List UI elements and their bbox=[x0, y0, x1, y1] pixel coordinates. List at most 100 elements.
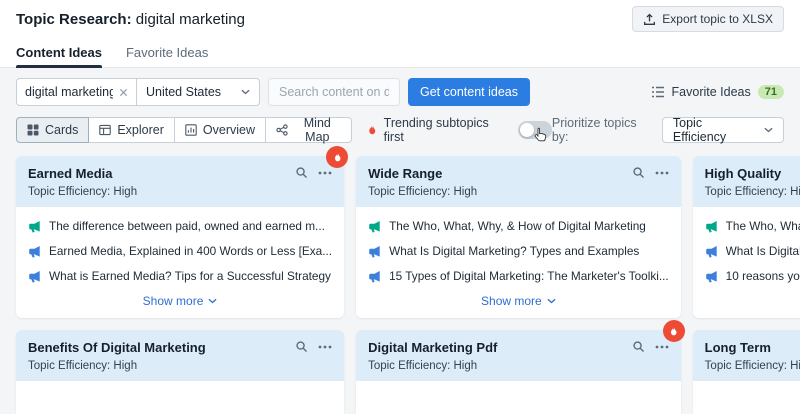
chevron-down-icon bbox=[764, 127, 773, 133]
get-content-ideas-button[interactable]: Get content ideas bbox=[408, 78, 530, 106]
trending-flame-badge bbox=[662, 320, 685, 342]
view-button-cards[interactable]: Cards bbox=[16, 117, 90, 143]
megaphone-blue bbox=[368, 245, 381, 258]
search-row: United States Get content ideas Favorite… bbox=[16, 78, 784, 106]
headline-text: The difference between paid, owned and e… bbox=[49, 219, 325, 233]
headline-item[interactable]: What Is Digital Marketing? Types and Exa… bbox=[368, 244, 669, 258]
tab-label: Favorite Ideas bbox=[125, 45, 209, 60]
card-body: The Who, What, Why, & How of Digital Mar… bbox=[693, 207, 800, 318]
tab-favorite-ideas[interactable]: Favorite Ideas bbox=[126, 38, 208, 67]
headline-text: 15 Types of Digital Marketing: The Marke… bbox=[389, 269, 669, 283]
card-menu-icon[interactable] bbox=[655, 345, 669, 349]
toggle-knob bbox=[519, 123, 534, 137]
topic-card-wide-range: Wide Range Topic Efficiency: High The Wh… bbox=[356, 156, 681, 318]
tab-content-ideas[interactable]: Content Ideas bbox=[16, 38, 102, 68]
card-title: Long Term bbox=[704, 340, 771, 355]
prioritize-control: Prioritize topics by: Topic Efficiency bbox=[552, 116, 784, 144]
headline-text: 10 reasons you need a digital marketing … bbox=[725, 269, 800, 283]
card-search-icon[interactable] bbox=[632, 166, 645, 179]
export-icon bbox=[643, 13, 656, 26]
view-switcher: Cards Explorer Overview Mind Map bbox=[16, 116, 352, 144]
view-button-mind-map[interactable]: Mind Map bbox=[264, 116, 352, 144]
header: Topic Research: digital marketing Export… bbox=[0, 0, 800, 38]
card-menu-icon[interactable] bbox=[318, 171, 332, 175]
topic-research-app: Topic Research: digital marketing Export… bbox=[0, 0, 800, 414]
show-more-link[interactable]: Show more bbox=[368, 294, 669, 308]
headline-text: The Who, What, Why, & How of Digital Mar… bbox=[725, 219, 800, 233]
megaphone-blue bbox=[705, 245, 718, 258]
card-header: High Quality Topic Efficiency: High bbox=[692, 156, 800, 207]
megaphone-blue bbox=[368, 270, 381, 283]
headline-item[interactable]: Earned Media, Explained in 400 Words or … bbox=[28, 244, 332, 258]
card-body bbox=[16, 381, 344, 414]
chevron-down-icon bbox=[547, 298, 556, 304]
card-title: Digital Marketing Pdf bbox=[368, 340, 498, 355]
headline-item[interactable]: 10 reasons you need a digital marketing … bbox=[705, 269, 800, 283]
card-menu-icon[interactable] bbox=[318, 345, 332, 349]
mindmap-icon bbox=[276, 124, 288, 136]
favorite-ideas-label: Favorite Ideas bbox=[671, 85, 751, 99]
prioritize-label: Prioritize topics by: bbox=[551, 116, 637, 144]
headline-list: The Who, What, Why, & How of Digital Mar… bbox=[368, 219, 669, 283]
megaphone-teal bbox=[705, 220, 718, 233]
content-area: United States Get content ideas Favorite… bbox=[0, 68, 800, 414]
headline-item[interactable]: The Who, What, Why, & How of Digital Mar… bbox=[368, 219, 669, 233]
clear-keyword-button[interactable] bbox=[119, 88, 128, 97]
headline-text: What is Earned Media? Tips for a Success… bbox=[49, 269, 331, 283]
card-efficiency: Topic Efficiency: High bbox=[368, 360, 478, 372]
card-search-icon[interactable] bbox=[295, 340, 308, 353]
card-body bbox=[693, 381, 800, 414]
headline-text: What Is Digital Marketing? Types and Exa… bbox=[725, 244, 800, 258]
megaphone-teal bbox=[368, 220, 381, 233]
topic-card-digital-marketing-pdf: Digital Marketing Pdf Topic Efficiency: … bbox=[356, 320, 685, 414]
trending-toggle-label: Trending subtopics first bbox=[383, 116, 489, 144]
flame-icon bbox=[366, 124, 378, 136]
list-icon bbox=[651, 86, 665, 98]
headline-item[interactable]: What is Earned Media? Tips for a Success… bbox=[28, 269, 332, 283]
megaphone-blue bbox=[28, 245, 41, 258]
headline-item[interactable]: The difference between paid, owned and e… bbox=[28, 219, 332, 233]
card-header: Long Term Topic Efficiency: High bbox=[692, 330, 800, 381]
toolbar-row: Cards Explorer Overview Mind Map Trendin… bbox=[16, 116, 784, 144]
headline-item[interactable]: 15 Types of Digital Marketing: The Marke… bbox=[368, 269, 669, 283]
card-search-icon[interactable] bbox=[295, 166, 308, 179]
cards-icon bbox=[27, 124, 39, 136]
megaphone-blue bbox=[705, 270, 718, 283]
mouse-cursor bbox=[533, 126, 549, 147]
tab-label: Content Ideas bbox=[16, 45, 102, 60]
prioritize-select[interactable]: Topic Efficiency bbox=[661, 116, 784, 144]
export-xlsx-button[interactable]: Export topic to XLSX bbox=[632, 6, 784, 32]
headline-text: The Who, What, Why, & How of Digital Mar… bbox=[389, 219, 646, 233]
explorer-icon bbox=[99, 124, 112, 136]
card-efficiency: Topic Efficiency: High bbox=[28, 186, 138, 198]
view-button-explorer[interactable]: Explorer bbox=[88, 117, 175, 143]
headline-item[interactable]: What Is Digital Marketing? Types and Exa… bbox=[705, 244, 800, 258]
card-title: Earned Media bbox=[28, 166, 113, 181]
topic-card-benefits-of-digital-marketing: Benefits Of Digital Marketing Topic Effi… bbox=[16, 330, 345, 414]
card-body: The Who, What, Why, & How of Digital Mar… bbox=[356, 207, 681, 318]
card-header: Benefits Of Digital Marketing Topic Effi… bbox=[16, 330, 345, 381]
show-more-link[interactable]: Show more bbox=[705, 294, 800, 308]
card-header: Wide Range Topic Efficiency: High bbox=[356, 156, 681, 207]
favorites-count-badge: 71 bbox=[757, 85, 784, 99]
favorite-ideas-link[interactable]: Favorite Ideas 71 bbox=[651, 85, 784, 99]
show-more-label: Show more bbox=[142, 294, 204, 308]
keyword-input[interactable] bbox=[25, 85, 113, 99]
card-efficiency: Topic Efficiency: High bbox=[28, 360, 138, 372]
view-label: Mind Map bbox=[303, 116, 331, 144]
card-menu-icon[interactable] bbox=[655, 171, 669, 175]
view-button-overview[interactable]: Overview bbox=[173, 117, 266, 143]
view-label: Cards bbox=[45, 123, 79, 137]
close-icon bbox=[119, 88, 128, 97]
domain-search-input[interactable] bbox=[268, 78, 400, 106]
megaphone-teal bbox=[28, 220, 41, 233]
card-search-icon[interactable] bbox=[632, 340, 645, 353]
country-select[interactable]: United States bbox=[136, 78, 260, 106]
chevron-down-icon bbox=[241, 89, 250, 95]
headline-item[interactable]: The Who, What, Why, & How of Digital Mar… bbox=[705, 219, 800, 233]
view-label: Overview bbox=[202, 123, 255, 137]
show-more-link[interactable]: Show more bbox=[28, 294, 332, 308]
megaphone-blue bbox=[28, 270, 41, 283]
topic-card-high-quality: High Quality Topic Efficiency: High The … bbox=[692, 156, 800, 318]
show-more-label: Show more bbox=[481, 294, 542, 308]
